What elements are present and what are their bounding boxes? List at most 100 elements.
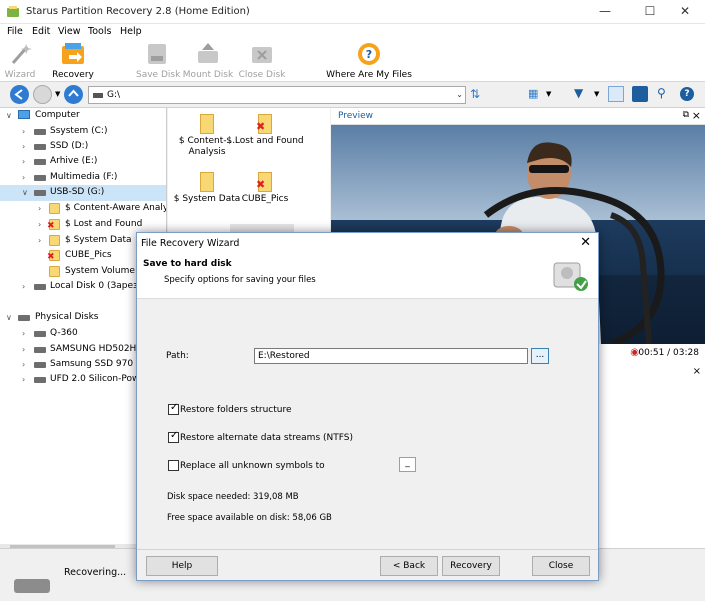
back-button[interactable]: < Back bbox=[380, 556, 438, 576]
tree-item-system[interactable]: › Ssystem (C:) bbox=[0, 124, 166, 140]
save-disk-icon bbox=[148, 44, 166, 64]
computer-icon bbox=[18, 110, 30, 119]
file-item-cube-pics[interactable]: ✖ CUBE_Pics bbox=[226, 172, 304, 205]
expand-icon[interactable]: › bbox=[22, 360, 25, 369]
file-item-lost-found[interactable]: ✖ $ Lost and Found bbox=[226, 114, 304, 147]
history-dropdown-icon[interactable]: ▼ bbox=[55, 90, 60, 98]
disk-space-needed: Disk space needed: 319,08 MB bbox=[167, 492, 299, 502]
drive-icon bbox=[34, 284, 46, 290]
address-bar: ▼ G:\ ⌄ ⇅ ▦ ▼ ▼ ▼ ⚲ ? bbox=[0, 82, 705, 108]
drive-icon bbox=[34, 159, 46, 165]
disk-status-icon bbox=[14, 579, 50, 593]
menu-help[interactable]: Help bbox=[120, 26, 142, 37]
expand-icon[interactable]: › bbox=[22, 127, 25, 136]
folder-icon bbox=[200, 114, 214, 134]
refresh-icon[interactable]: ⇅ bbox=[470, 87, 480, 101]
tree-item-usb-sd[interactable]: ∨ USB-SD (G:) bbox=[0, 185, 166, 201]
menu-bar: File Edit View Tools Help bbox=[0, 24, 705, 40]
disk-icon bbox=[18, 315, 30, 321]
wizard-wand-icon bbox=[11, 44, 32, 64]
collapse-icon[interactable]: ∨ bbox=[6, 111, 12, 120]
folder-icon bbox=[49, 266, 60, 277]
dialog-close-icon[interactable]: ✕ bbox=[580, 235, 591, 250]
expand-icon[interactable]: › bbox=[22, 329, 25, 338]
view-dropdown-icon[interactable]: ▼ bbox=[546, 90, 551, 98]
toolbar: Wizard Recovery Save Disk Mount Disk Clo… bbox=[0, 40, 705, 82]
save-disk-button[interactable]: Save Disk bbox=[136, 40, 180, 82]
replace-symbols-label: Replace all unknown symbols to bbox=[180, 461, 325, 471]
expand-icon[interactable]: › bbox=[22, 157, 25, 166]
help-button[interactable]: Help bbox=[146, 556, 218, 576]
menu-view[interactable]: View bbox=[58, 26, 81, 37]
tree-item-arhive[interactable]: › Arhive (E:) bbox=[0, 154, 166, 170]
drive-icon bbox=[34, 331, 46, 337]
collapse-icon[interactable]: ∨ bbox=[6, 313, 12, 322]
dialog-title-bar: File Recovery Wizard ✕ bbox=[137, 233, 598, 253]
path-label: Path: bbox=[166, 351, 189, 361]
file-recovery-wizard-dialog: File Recovery Wizard ✕ Save to hard disk… bbox=[136, 232, 599, 581]
restore-folders-checkbox[interactable]: ✓ bbox=[168, 402, 179, 415]
replace-symbol-input[interactable]: _ bbox=[399, 457, 416, 472]
browse-button[interactable]: ... bbox=[531, 348, 549, 364]
recovery-button[interactable]: Recovery bbox=[50, 40, 96, 82]
address-input[interactable]: G:\ ⌄ bbox=[88, 86, 466, 104]
filter-dropdown-icon[interactable]: ▼ bbox=[594, 90, 599, 98]
back-arrow-icon[interactable] bbox=[10, 85, 29, 104]
forward-arrow-icon[interactable] bbox=[33, 85, 52, 104]
title-bar: Starus Partition Recovery 2.8 (Home Edit… bbox=[0, 0, 705, 24]
view-mode-icon[interactable]: ▦ bbox=[528, 87, 538, 100]
path-input[interactable]: E:\Restored bbox=[254, 348, 528, 364]
playback-time: 00:51 / 03:28 bbox=[638, 348, 699, 358]
tree-item-ssd[interactable]: › SSD (D:) bbox=[0, 139, 166, 155]
drive-icon bbox=[34, 175, 46, 181]
preview-pane-icon[interactable] bbox=[608, 86, 624, 102]
recovery-icon bbox=[62, 43, 84, 64]
folder-icon bbox=[49, 235, 60, 246]
maximize-button[interactable]: ☐ bbox=[630, 0, 670, 24]
expand-icon[interactable]: › bbox=[38, 220, 41, 229]
search-icon[interactable]: ⚲ bbox=[657, 86, 666, 100]
tree-item-content-aware[interactable]: › $ Content-Aware Analysi bbox=[0, 201, 166, 217]
chevron-down-icon[interactable]: ⌄ bbox=[456, 90, 463, 99]
close-dialog-button[interactable]: Close bbox=[532, 556, 590, 576]
collapse-icon[interactable]: ∨ bbox=[22, 188, 28, 197]
mount-disk-button[interactable]: Mount Disk bbox=[182, 40, 234, 82]
folder-icon: ✖ bbox=[256, 114, 272, 134]
recovery-confirm-button[interactable]: Recovery bbox=[442, 556, 500, 576]
undock-icon[interactable]: ⧉ bbox=[683, 110, 689, 120]
drive-icon bbox=[93, 93, 103, 98]
tree-item-multimedia[interactable]: › Multimedia (F:) bbox=[0, 170, 166, 186]
menu-tools[interactable]: Tools bbox=[88, 26, 111, 37]
minimize-button[interactable]: — bbox=[585, 0, 625, 24]
tree-item-lost-found[interactable]: › ✖ $ Lost and Found bbox=[0, 217, 166, 233]
drive-icon bbox=[34, 377, 46, 383]
filter-icon[interactable]: ▼ bbox=[574, 86, 583, 100]
expand-icon[interactable]: › bbox=[38, 236, 41, 245]
up-arrow-icon[interactable] bbox=[64, 85, 83, 104]
app-icon bbox=[7, 6, 19, 17]
save-icon[interactable] bbox=[632, 86, 648, 102]
mount-disk-icon bbox=[198, 43, 218, 63]
tree-item-computer[interactable]: ∨ Computer bbox=[0, 108, 166, 124]
restore-streams-checkbox[interactable]: ✓ bbox=[168, 430, 179, 443]
deleted-x-icon: ✖ bbox=[47, 221, 55, 231]
close-button[interactable]: ✕ bbox=[665, 0, 705, 24]
status-text: Recovering... bbox=[64, 567, 127, 578]
close-panel-icon[interactable]: × bbox=[693, 366, 701, 377]
menu-file[interactable]: File bbox=[7, 26, 23, 37]
replace-symbols-checkbox[interactable] bbox=[168, 460, 179, 471]
expand-icon[interactable]: › bbox=[22, 142, 25, 151]
drive-icon bbox=[34, 129, 46, 135]
where-are-my-files-button[interactable]: ? Where Are My Files bbox=[326, 40, 412, 82]
menu-edit[interactable]: Edit bbox=[32, 26, 50, 37]
close-preview-icon[interactable]: × bbox=[692, 109, 701, 122]
wizard-button[interactable]: Wizard bbox=[2, 40, 38, 82]
expand-icon[interactable]: › bbox=[38, 204, 41, 213]
expand-icon[interactable]: › bbox=[22, 375, 25, 384]
expand-icon[interactable]: › bbox=[22, 345, 25, 354]
help-icon[interactable]: ? bbox=[680, 87, 694, 101]
expand-icon[interactable]: › bbox=[22, 173, 25, 182]
expand-icon[interactable]: › bbox=[22, 282, 25, 291]
close-disk-button[interactable]: Close Disk bbox=[238, 40, 286, 82]
close-disk-icon bbox=[252, 47, 272, 63]
